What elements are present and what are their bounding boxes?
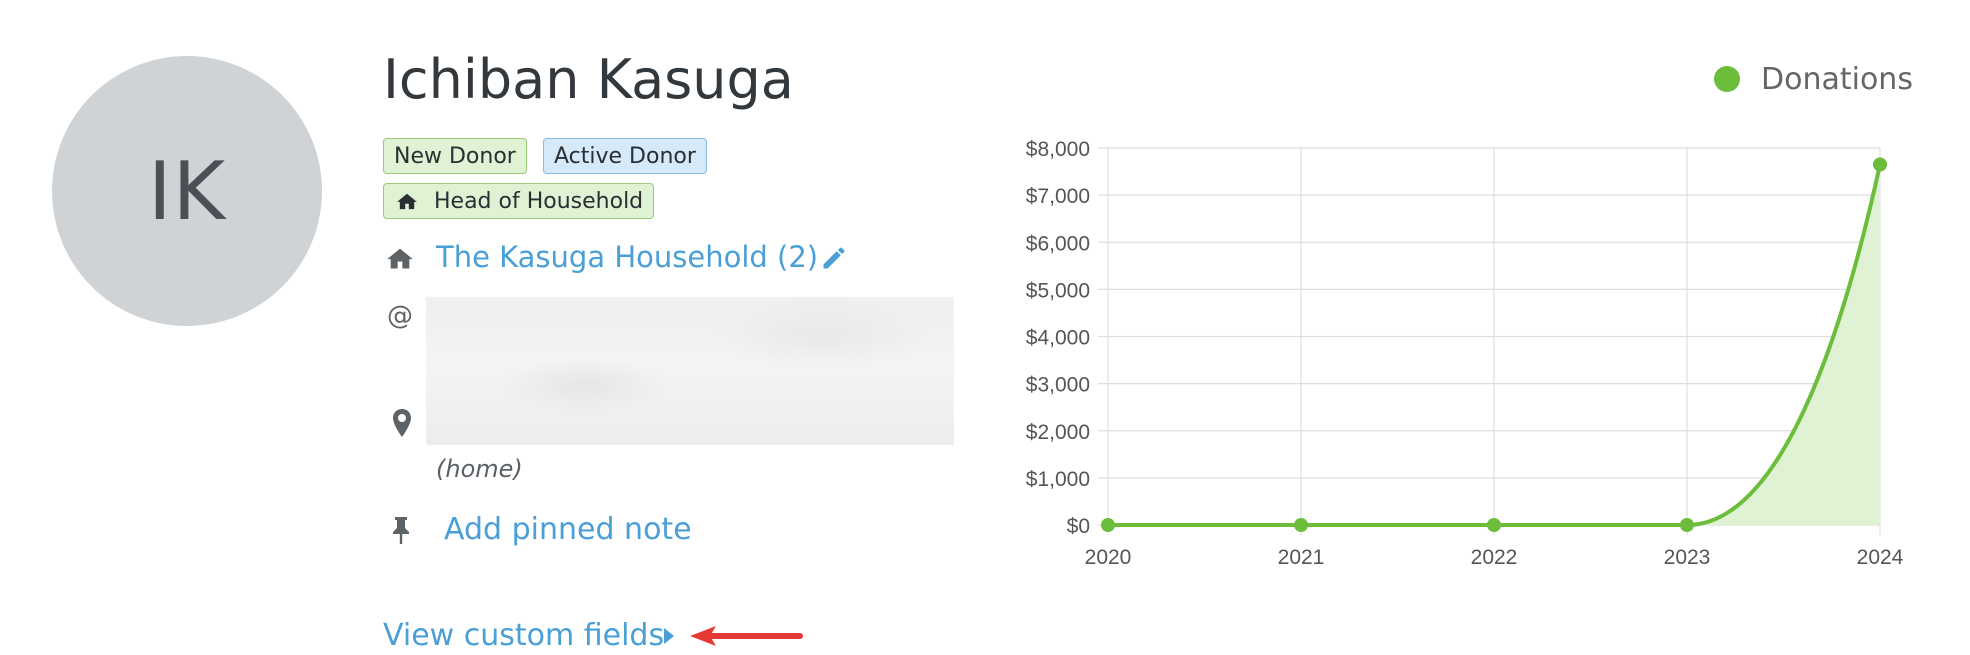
address-type-label: (home) [436, 455, 523, 483]
y-tick-label: $7,000 [1026, 185, 1090, 208]
at-icon: @ [387, 301, 413, 331]
new-donor-badge: New Donor [383, 138, 527, 174]
home-icon [397, 193, 417, 210]
caret-right-icon[interactable] [662, 626, 676, 646]
household-link[interactable]: The Kasuga Household (2) [436, 240, 818, 274]
head-of-household-badge-label: Head of Household [434, 188, 644, 214]
add-pinned-note-link[interactable]: Add pinned note [444, 512, 692, 547]
chart-y-axis: $0 $1,000 $2,000 $3,000 $4,000 $5,000 $6,000 $7… [1026, 138, 1090, 538]
pencil-icon[interactable] [820, 244, 848, 272]
active-donor-badge-label: Active Donor [554, 143, 696, 169]
donations-point [1873, 157, 1887, 172]
x-tick-label: 2023 [1664, 546, 1711, 569]
avatar: IK [52, 56, 322, 326]
svg-text:@: @ [387, 301, 413, 331]
view-custom-fields-link[interactable]: View custom fields [383, 618, 664, 653]
red-arrow-icon [690, 626, 803, 646]
legend-label: Donations [1761, 62, 1913, 97]
chart-legend: Donations [1714, 62, 1913, 97]
home-icon [387, 248, 413, 269]
y-tick-label: $4,000 [1026, 327, 1090, 350]
x-tick-label: 2024 [1857, 546, 1904, 569]
contact-profile-view: IK Ichiban Kasuga New Donor Active Donor… [0, 0, 1970, 655]
chart-x-axis: 2020 2021 2022 2023 2024 [1085, 546, 1904, 569]
redacted-contact-details [426, 297, 954, 445]
donations-chart: $0 $1,000 $2,000 $3,000 $4,000 $5,000 $6,000 $7… [1026, 62, 1913, 569]
pin-icon [393, 517, 409, 544]
donations-point [1487, 518, 1501, 532]
x-tick-label: 2022 [1471, 546, 1518, 569]
donations-point [1680, 518, 1694, 532]
y-tick-label: $2,000 [1026, 421, 1090, 444]
x-tick-label: 2020 [1085, 546, 1132, 569]
donations-point [1294, 518, 1308, 532]
legend-marker [1714, 66, 1740, 92]
avatar-initials: IK [147, 144, 227, 238]
map-marker-icon [393, 409, 411, 437]
donations-point [1101, 518, 1115, 532]
contact-name: Ichiban Kasuga [383, 48, 794, 111]
y-tick-label: $5,000 [1026, 279, 1090, 302]
y-tick-label: $6,000 [1026, 232, 1090, 255]
y-tick-label: $3,000 [1026, 374, 1090, 397]
active-donor-badge: Active Donor [543, 138, 707, 174]
y-tick-label: $1,000 [1026, 468, 1090, 491]
x-tick-label: 2021 [1278, 546, 1325, 569]
new-donor-badge-label: New Donor [394, 143, 516, 169]
y-tick-label: $8,000 [1026, 138, 1090, 161]
head-of-household-badge: Head of Household [383, 183, 655, 219]
y-tick-label: $0 [1067, 515, 1090, 538]
